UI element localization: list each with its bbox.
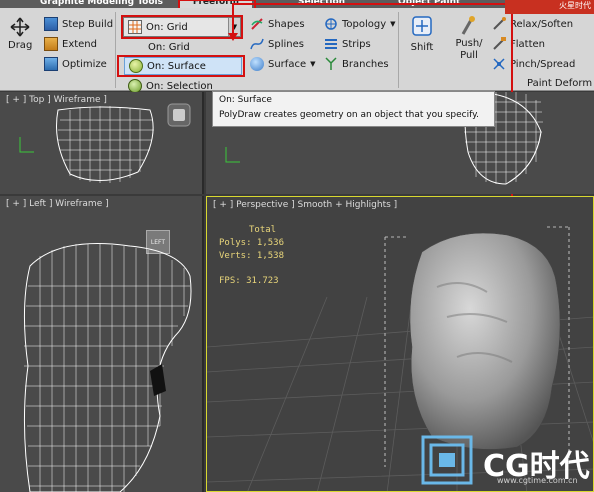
surface-dropdown-arrow[interactable]: ▼ <box>310 60 315 68</box>
shapes-button[interactable]: Shapes <box>250 17 305 31</box>
optimize-icon <box>44 57 58 71</box>
push-pull-label: Push/ Pull <box>455 38 483 61</box>
flatten-button[interactable]: Flatten <box>492 37 545 51</box>
tab-graphite-modeling-tools[interactable]: Graphite Modeling Tools <box>40 0 163 8</box>
cgtime-logo-icon <box>421 435 473 485</box>
shift-button[interactable]: Shift <box>404 14 440 53</box>
tooltip-title: On: Surface <box>219 95 272 105</box>
push-pull-button[interactable]: Push/ Pull <box>452 14 486 62</box>
annotation-red-line-horizontal <box>234 3 512 5</box>
viewport-top[interactable]: [ + ] Top ] Wireframe ] <box>0 92 204 194</box>
step-build-icon <box>44 17 58 31</box>
tooltip-on-surface: On: Surface PolyDraw creates geometry on… <box>212 91 495 127</box>
shift-icon <box>412 16 432 36</box>
shift-label: Shift <box>410 42 434 53</box>
watermark-url: www.cgtime.com.cn <box>497 476 578 485</box>
ribbon-panel: Drag Step Build Extend Optimize On: Grid… <box>0 8 594 93</box>
topology-icon <box>324 17 338 31</box>
optimize-button[interactable]: Optimize <box>44 57 107 71</box>
flatten-label: Flatten <box>510 38 545 50</box>
dropdown-highlight <box>121 15 243 39</box>
topology-dropdown-arrow[interactable]: ▼ <box>390 20 395 28</box>
extend-button[interactable]: Extend <box>44 37 97 51</box>
tooltip-body: PolyDraw creates geometry on an object t… <box>219 110 479 120</box>
surface-label: Surface <box>268 58 307 70</box>
ribbon-separator <box>115 12 116 88</box>
step-build-label: Step Build <box>62 18 114 30</box>
relax-soften-button[interactable]: Relax/Soften <box>492 17 573 31</box>
surface-icon <box>250 57 264 71</box>
strips-icon <box>324 37 338 51</box>
pinch-spread-label: Pinch/Spread <box>510 58 576 70</box>
branches-button[interactable]: Branches <box>324 57 389 71</box>
option-grid-label: On: Grid <box>148 41 190 53</box>
topology-label: Topology <box>342 18 387 30</box>
pinch-spread-icon <box>492 57 506 71</box>
drag-move-icon <box>10 17 30 37</box>
left-wireframe-mesh <box>23 243 192 492</box>
dropdown-option-grid[interactable]: On: Grid <box>124 38 242 56</box>
viewport-perspective[interactable]: [ + ] Perspective ] Smooth + Highlights … <box>206 196 594 492</box>
splines-button[interactable]: Splines <box>250 37 304 51</box>
extend-icon <box>44 37 58 51</box>
option-selection-label: On: Selection <box>146 80 213 92</box>
viewport-left[interactable]: [ + ] Left ] Wireframe ] LEFT <box>0 196 204 492</box>
watermark-top-text: 火星时代 <box>559 1 591 10</box>
top-wireframe-mesh <box>19 103 191 183</box>
flatten-icon <box>492 37 506 51</box>
paint-deform-panel-label: Paint Deform <box>527 78 593 89</box>
branches-label: Branches <box>342 58 389 70</box>
annotation-red-line-vertical <box>232 3 234 35</box>
relax-soften-label: Relax/Soften <box>510 18 574 30</box>
strips-button[interactable]: Strips <box>324 37 371 51</box>
shapes-label: Shapes <box>268 18 305 30</box>
strips-label: Strips <box>342 38 371 50</box>
pinch-spread-button[interactable]: Pinch/Spread <box>492 57 575 71</box>
annotation-arrow-down <box>228 33 238 41</box>
drag-button[interactable]: Drag <box>8 16 32 51</box>
drag-label: Drag <box>8 40 33 51</box>
push-pull-icon <box>461 16 475 35</box>
selection-sphere-icon <box>128 79 142 93</box>
splines-label: Splines <box>268 38 304 50</box>
watermark-top: 火星时代 <box>505 0 594 14</box>
shapes-icon <box>250 17 264 31</box>
surface-option-highlight <box>117 55 245 77</box>
ribbon-separator <box>398 12 399 88</box>
step-build-button[interactable]: Step Build <box>44 17 113 31</box>
extend-label: Extend <box>62 38 97 50</box>
surface-button[interactable]: Surface ▼ <box>250 57 316 71</box>
optimize-label: Optimize <box>62 58 107 70</box>
branches-icon <box>324 57 338 71</box>
topology-button[interactable]: Topology ▼ <box>324 17 396 31</box>
splines-icon <box>250 37 264 51</box>
relax-soften-icon <box>492 17 506 31</box>
